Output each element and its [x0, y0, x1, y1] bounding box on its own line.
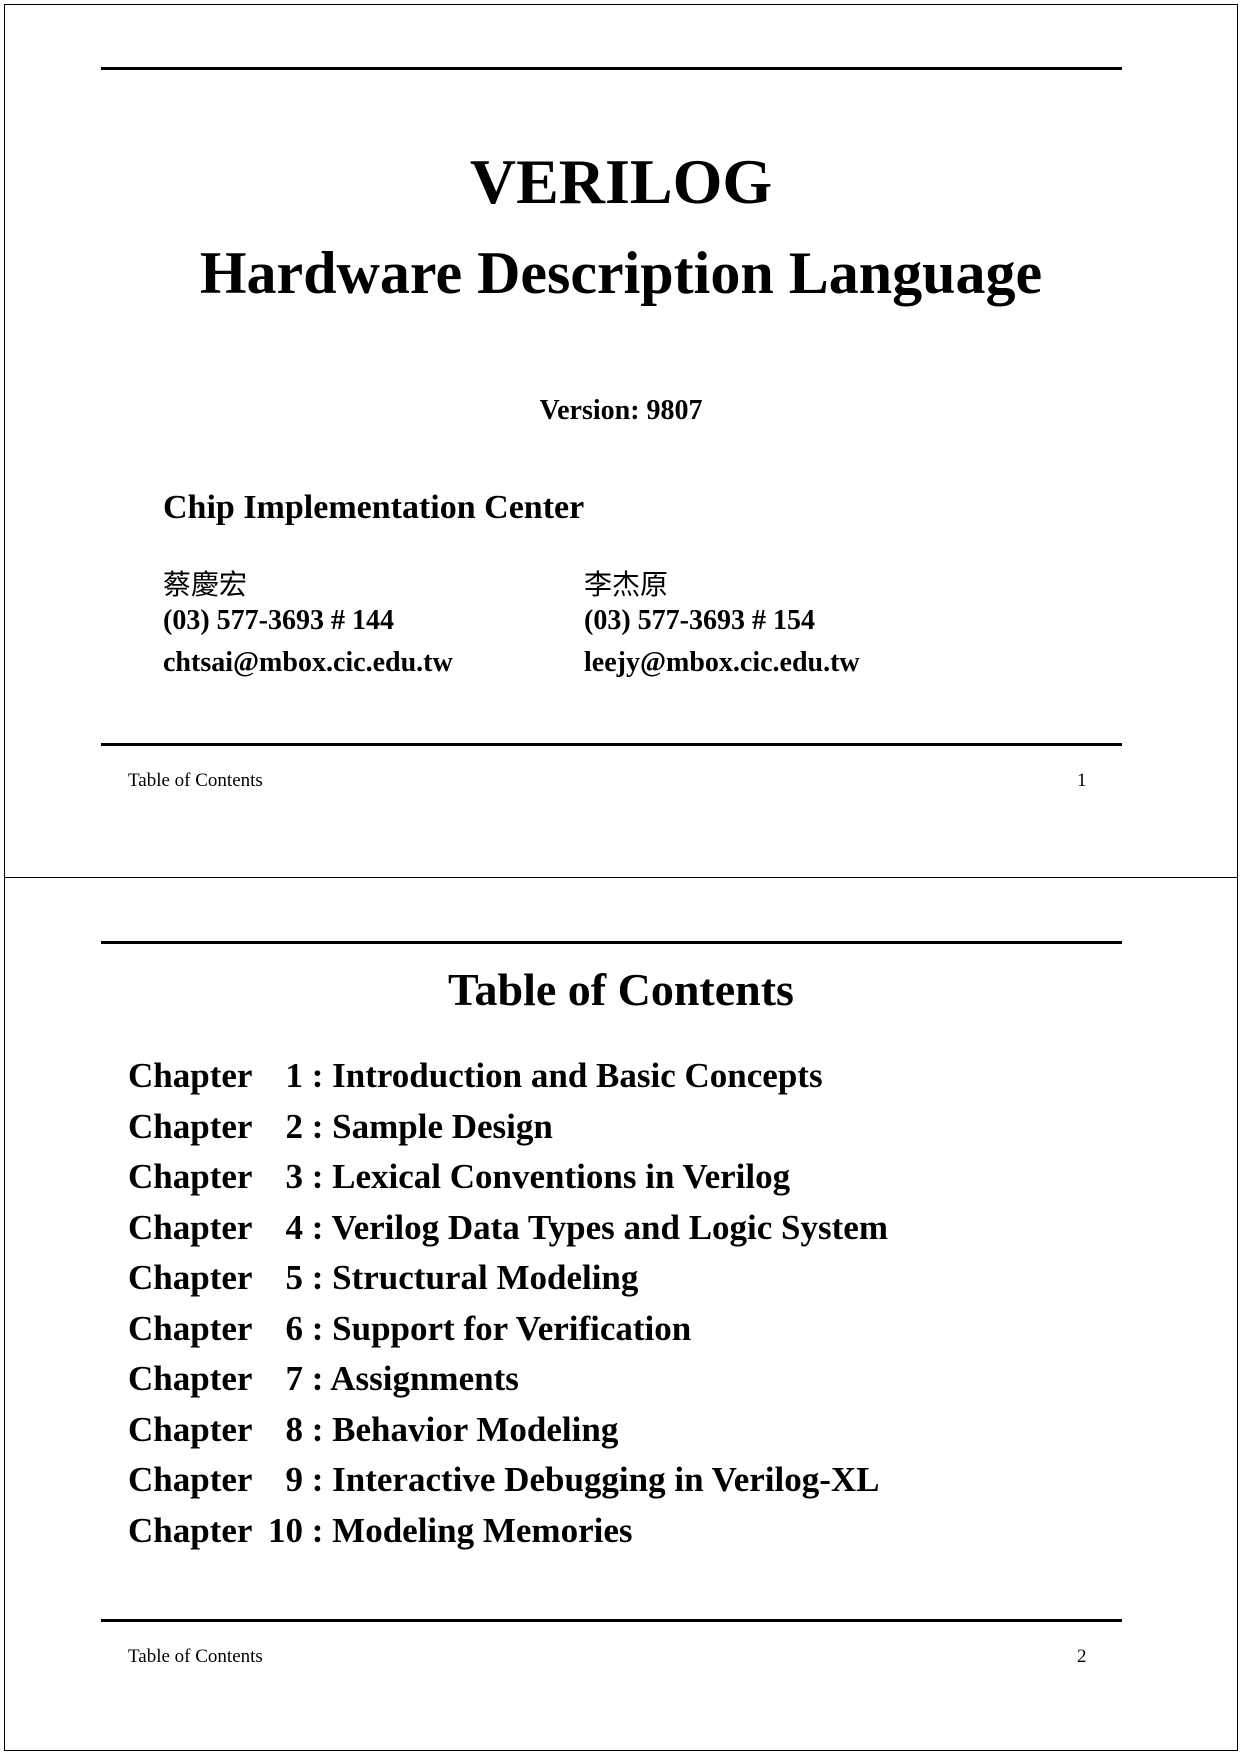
chapter-item[interactable]: Chapter 6 : Support for Verification	[128, 1304, 888, 1355]
chapter-item[interactable]: Chapter 4 : Verilog Data Types and Logic …	[128, 1203, 888, 1254]
chapter-number: 9	[285, 1460, 304, 1499]
chapter-number: 8	[285, 1409, 304, 1449]
page-number: 1	[1077, 770, 1087, 791]
chapter-item[interactable]: Chapter 7 : Assignments	[128, 1354, 888, 1405]
chapter-title: : Interactive Debugging in Verilog-XL	[311, 1460, 880, 1499]
chapter-list: Chapter 1 : Introduction and Basic Concep…	[128, 1051, 888, 1556]
chapter-title: : Structural Modeling	[311, 1258, 639, 1297]
chapter-item[interactable]: Chapter 9 : Interactive Debugging in Veri…	[128, 1455, 888, 1506]
chapter-word: Chapter	[128, 1409, 253, 1449]
toc-heading: Table of Contents	[448, 964, 794, 1015]
chapter-number: 7	[285, 1359, 304, 1398]
chapter-number: 3	[285, 1157, 304, 1196]
contact-name: 蔡慶宏	[163, 568, 248, 601]
chapter-number: 4	[285, 1207, 304, 1247]
chapter-item[interactable]: Chapter 5 : Structural Modeling	[128, 1253, 888, 1304]
chapter-title: : Lexical Conventions in Verilog	[311, 1157, 791, 1196]
title-slide: VERILOG Hardware Description Language Ve…	[4, 4, 1238, 878]
footer-rule	[101, 743, 1122, 746]
chapter-item[interactable]: Chapter 2 : Sample Design	[128, 1102, 888, 1153]
chapter-number: 5	[285, 1258, 304, 1297]
contact-phone: (03) 577-3693 # 144	[163, 605, 394, 636]
chapter-title: : Modeling Memories	[311, 1510, 633, 1550]
footer-label: Table of Contents	[128, 1646, 263, 1667]
chapter-word: Chapter	[128, 1460, 253, 1499]
chapter-number: 6	[285, 1308, 304, 1348]
chapter-title: : Assignments	[311, 1359, 519, 1398]
document-subtitle: Hardware Description Language	[199, 240, 1043, 306]
chapter-title: : Support for Verification	[311, 1308, 692, 1348]
chapter-number: 2	[285, 1106, 304, 1146]
chapter-number: 1	[285, 1056, 304, 1095]
chapter-item[interactable]: Chapter 8 : Behavior Modeling	[128, 1405, 888, 1456]
chapter-item[interactable]: Chapter 3 : Lexical Conventions in Verilo…	[128, 1152, 888, 1203]
footer-rule	[101, 1619, 1122, 1622]
chapter-title: : Sample Design	[311, 1106, 553, 1146]
chapter-word: Chapter	[128, 1207, 253, 1247]
contact-phone: (03) 577-3693 # 154	[584, 605, 815, 636]
organization-name: Chip Implementation Center	[163, 489, 585, 526]
footer-label: Table of Contents	[128, 770, 263, 791]
chapter-title: : Introduction and Basic Concepts	[311, 1056, 823, 1095]
chapter-word: Chapter	[128, 1258, 253, 1297]
chapter-word: Chapter	[128, 1106, 253, 1146]
contact-email[interactable]: chtsai@mbox.cic.edu.tw	[163, 647, 453, 679]
document-title: VERILOG	[469, 146, 773, 217]
chapter-word: Chapter	[128, 1510, 253, 1550]
version-label: Version: 9807	[539, 395, 703, 426]
chapter-item[interactable]: Chapter 10 : Modeling Memories	[128, 1506, 888, 1557]
top-rule	[101, 67, 1122, 70]
chapter-word: Chapter	[128, 1056, 253, 1095]
chapter-number: 10	[268, 1510, 303, 1550]
chapter-title: : Behavior Modeling	[311, 1409, 619, 1449]
contact-email[interactable]: leejy@mbox.cic.edu.tw	[584, 647, 860, 679]
contact-name: 李杰原	[584, 568, 669, 601]
chapter-word: Chapter	[128, 1359, 253, 1398]
chapter-word: Chapter	[128, 1157, 253, 1196]
toc-slide: Table of Contents Chapter 1 : Introductio…	[4, 877, 1238, 1751]
page-number: 2	[1077, 1646, 1087, 1667]
chapter-word: Chapter	[128, 1308, 253, 1348]
top-rule	[101, 941, 1122, 944]
chapter-item[interactable]: Chapter 1 : Introduction and Basic Concep…	[128, 1051, 888, 1102]
chapter-title: : Verilog Data Types and Logic System	[311, 1207, 888, 1247]
